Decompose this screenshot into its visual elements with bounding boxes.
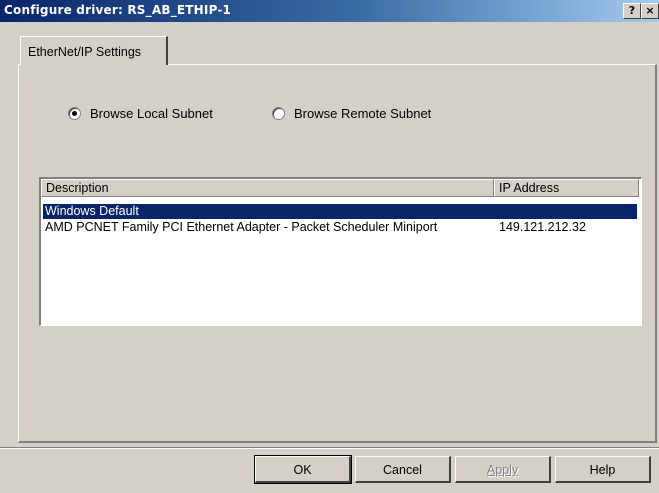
separator bbox=[0, 447, 659, 449]
table-row[interactable]: AMD PCNET Family PCI Ethernet Adapter - … bbox=[43, 220, 637, 235]
tab-label: EtherNet/IP Settings bbox=[28, 45, 142, 59]
column-header-description[interactable]: Description bbox=[41, 179, 494, 197]
window-title: Configure driver: RS_AB_ETHIP-1 bbox=[4, 3, 232, 17]
radio-label: Browse Local Subnet bbox=[90, 106, 213, 121]
adapter-list[interactable]: Description IP Address Windows Default A… bbox=[39, 177, 642, 326]
radio-browse-local-subnet[interactable]: Browse Local Subnet bbox=[68, 106, 213, 121]
help-icon[interactable]: ? bbox=[623, 3, 641, 19]
tab-ethernet-ip-settings[interactable]: EtherNet/IP Settings bbox=[20, 36, 168, 65]
radio-unselected-icon bbox=[272, 107, 285, 120]
radio-label: Browse Remote Subnet bbox=[294, 106, 432, 121]
radio-browse-remote-subnet[interactable]: Browse Remote Subnet bbox=[272, 106, 431, 121]
apply-button[interactable]: Apply bbox=[455, 456, 551, 483]
title-bar[interactable]: Configure driver: RS_AB_ETHIP-1 ? × bbox=[0, 0, 659, 22]
row-description: AMD PCNET Family PCI Ethernet Adapter - … bbox=[45, 220, 438, 234]
column-header-ip-address[interactable]: IP Address bbox=[494, 179, 639, 197]
close-icon[interactable]: × bbox=[641, 3, 659, 19]
row-description: Windows Default bbox=[45, 204, 139, 218]
table-row[interactable]: Windows Default bbox=[43, 204, 637, 219]
help-button[interactable]: Help bbox=[555, 456, 651, 483]
list-header: Description IP Address bbox=[41, 179, 639, 197]
ok-button[interactable]: OK bbox=[254, 455, 352, 484]
radio-selected-icon bbox=[68, 107, 81, 120]
row-ip-address: 149.121.212.32 bbox=[499, 220, 586, 234]
cancel-button[interactable]: Cancel bbox=[355, 456, 451, 483]
